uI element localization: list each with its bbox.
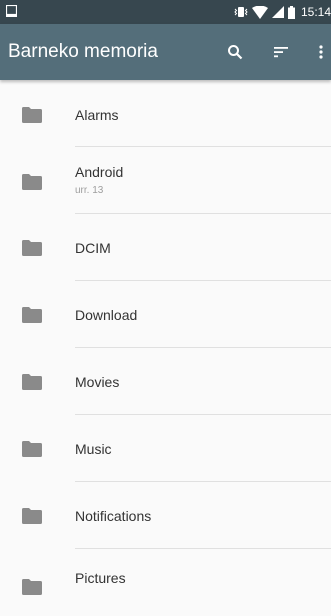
- folder-name: Movies: [75, 374, 120, 390]
- wifi-icon: [251, 5, 268, 19]
- vibrate-icon: [234, 7, 248, 17]
- folder-name: Alarms: [75, 107, 119, 123]
- folder-name: Pictures: [75, 570, 126, 586]
- more-options-button[interactable]: [307, 38, 331, 66]
- status-bar: 15:14: [0, 0, 331, 24]
- status-icons: 15:14: [234, 0, 331, 24]
- app-title: Barneko memoria: [8, 41, 158, 62]
- list-item-android[interactable]: Android urr. 13: [0, 147, 331, 214]
- sort-button[interactable]: [267, 38, 295, 66]
- folder-name: DCIM: [75, 240, 111, 256]
- list-item-movies[interactable]: Movies: [0, 348, 331, 415]
- sort-icon: [274, 47, 288, 58]
- folder-name: Notifications: [75, 508, 152, 524]
- folder-icon: [22, 307, 42, 323]
- list-item-download[interactable]: Download: [0, 281, 331, 348]
- folder-icon: [22, 579, 42, 595]
- search-button[interactable]: [221, 38, 249, 66]
- folder-icon: [22, 107, 42, 123]
- folder-icon: [22, 174, 42, 190]
- list-item-dcim[interactable]: DCIM: [0, 214, 331, 281]
- status-time: 15:14: [300, 5, 331, 19]
- search-icon: [228, 45, 243, 60]
- list-item-pictures[interactable]: Pictures: [0, 549, 331, 616]
- list-item-notifications[interactable]: Notifications: [0, 482, 331, 549]
- folder-icon: [22, 441, 42, 457]
- more-vert-icon: [319, 45, 323, 59]
- folder-name: Music: [75, 441, 112, 457]
- list-item-alarms[interactable]: Alarms: [0, 80, 331, 147]
- folder-icon: [22, 240, 42, 256]
- signal-icon: [271, 6, 284, 18]
- list-item-music[interactable]: Music: [0, 415, 331, 482]
- folder-list: Alarms Android urr. 13 DCIM Download Mov…: [0, 80, 331, 616]
- folder-name: Download: [75, 307, 138, 323]
- battery-icon: [287, 5, 295, 19]
- folder-item-count: urr. 13: [75, 185, 104, 196]
- folder-icon: [22, 508, 42, 524]
- app-bar: Barneko memoria: [0, 24, 331, 80]
- folder-icon: [22, 374, 42, 390]
- screen-icon: [6, 5, 17, 17]
- folder-name: Android: [75, 164, 124, 180]
